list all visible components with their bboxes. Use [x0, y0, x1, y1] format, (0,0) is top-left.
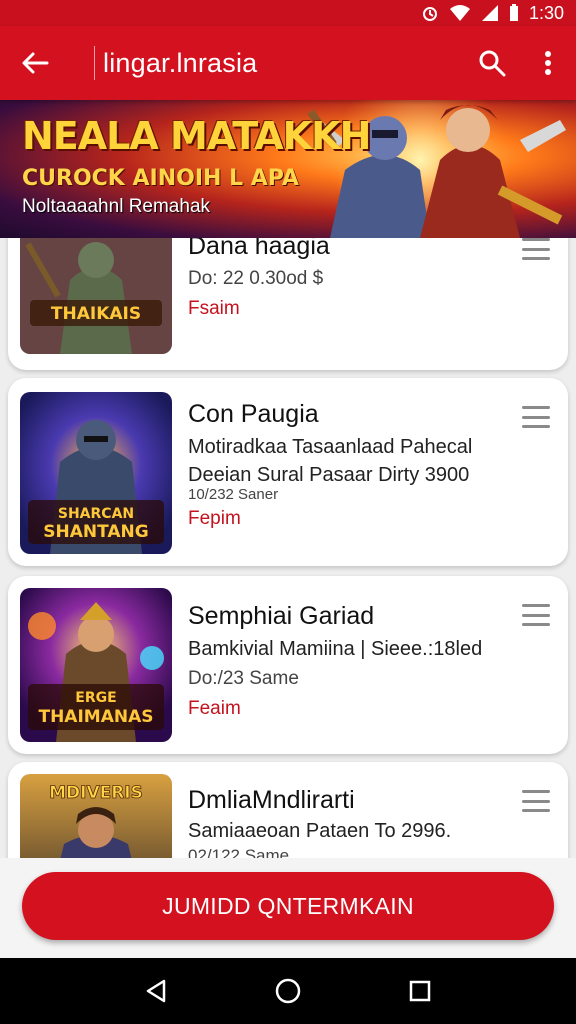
thumb-art-text: SHARCAN	[58, 506, 134, 522]
banner-caption: Noltaaaahnl Remahak	[22, 196, 211, 217]
thumb-art-text: ERGE	[75, 690, 116, 706]
list-menu-icon[interactable]	[522, 406, 550, 428]
nav-home-icon	[275, 978, 301, 1004]
item-details: Deeian Sural Pasaar Dirty 3900	[188, 464, 470, 486]
list-item[interactable]: MDIVERIS DmliaMndlirarti Samiaaeoan Pata…	[8, 762, 568, 858]
item-thumbnail: ERGE THAIMANAS	[20, 588, 172, 742]
search-icon	[479, 50, 506, 77]
item-thumbnail: SHARCAN SHANTANG	[20, 392, 172, 554]
item-title: Semphiai Gariad	[188, 602, 375, 630]
thumb-art-text: THAIMANAS	[38, 707, 153, 727]
banner-subheadline: CUROCK AINOIH L APA	[22, 166, 299, 191]
banner-headline: NEALA MATAKKH	[22, 114, 371, 158]
back-button[interactable]	[0, 26, 70, 100]
list-item[interactable]: SHARCAN SHANTANG Con Paugia Motiradkaa T…	[8, 378, 568, 566]
nav-home-button[interactable]	[268, 971, 308, 1011]
alarm-icon	[422, 7, 437, 21]
nav-recents-button[interactable]	[400, 971, 440, 1011]
item-tag: Feaim	[188, 698, 241, 719]
list-item[interactable]: THAIKAIS Dana haagia Do: 22 0.30od $ Fsa…	[8, 238, 568, 370]
item-tag: Fsaim	[188, 298, 240, 319]
thumb-art-text: MDIVERIS	[49, 783, 143, 803]
list-item[interactable]: ERGE THAIMANAS Semphiai Gariad Bamkivial…	[8, 576, 568, 754]
item-description: Motiradkaa Tasaanlaad Pahecal	[188, 436, 473, 458]
list-menu-icon[interactable]	[522, 604, 550, 626]
game-list: THAIKAIS Dana haagia Do: 22 0.30od $ Fsa…	[0, 238, 576, 858]
search-button[interactable]	[464, 26, 520, 100]
item-description: Bamkivial Mamiina | Sieee.:18led	[188, 638, 483, 660]
list-menu-icon[interactable]	[522, 238, 550, 260]
item-meta: Do: 22 0.30od $	[188, 268, 324, 289]
nav-recents-icon	[409, 980, 431, 1002]
item-title: DmliaMndlirarti	[188, 786, 355, 814]
nav-back-button[interactable]	[136, 971, 176, 1011]
bottom-action-bar: JUMIDD QNTERMKAIN	[0, 858, 576, 958]
list-menu-icon[interactable]	[522, 790, 550, 812]
system-nav-bar	[0, 958, 576, 1024]
more-vert-icon	[545, 51, 551, 75]
thumb-art-text: THAIKAIS	[51, 304, 141, 324]
item-thumbnail: MDIVERIS	[20, 774, 172, 858]
app-bar: lingar.lnrasia	[0, 26, 576, 100]
app-title: lingar.lnrasia	[103, 47, 258, 78]
thumb-art-text: SHANTANG	[43, 522, 148, 542]
promo-banner[interactable]: NEALA MATAKKH CUROCK AINOIH L APA Noltaa…	[0, 100, 576, 238]
item-meta: 02/122 Same	[188, 846, 290, 858]
back-arrow-icon	[22, 52, 49, 74]
status-bar: 1:30	[0, 0, 576, 26]
nav-back-icon	[146, 979, 166, 1003]
item-meta: Do:/23 Same	[188, 668, 299, 689]
item-description: Samiaaeoan Pataen To 2996.	[188, 820, 452, 842]
status-time: 1:30	[528, 2, 564, 23]
item-title: Dana haagia	[188, 238, 330, 260]
title-divider	[94, 46, 95, 80]
item-meta: 10/232 Saner	[188, 486, 279, 503]
primary-cta-button[interactable]: JUMIDD QNTERMKAIN	[22, 872, 554, 940]
item-tag: Fepim	[188, 508, 241, 529]
item-title: Con Paugia	[188, 400, 319, 428]
wifi-icon	[449, 5, 470, 21]
overflow-menu-button[interactable]	[520, 26, 576, 100]
signal-icon	[481, 5, 498, 21]
item-thumbnail: THAIKAIS	[20, 238, 172, 354]
battery-icon	[509, 4, 518, 21]
